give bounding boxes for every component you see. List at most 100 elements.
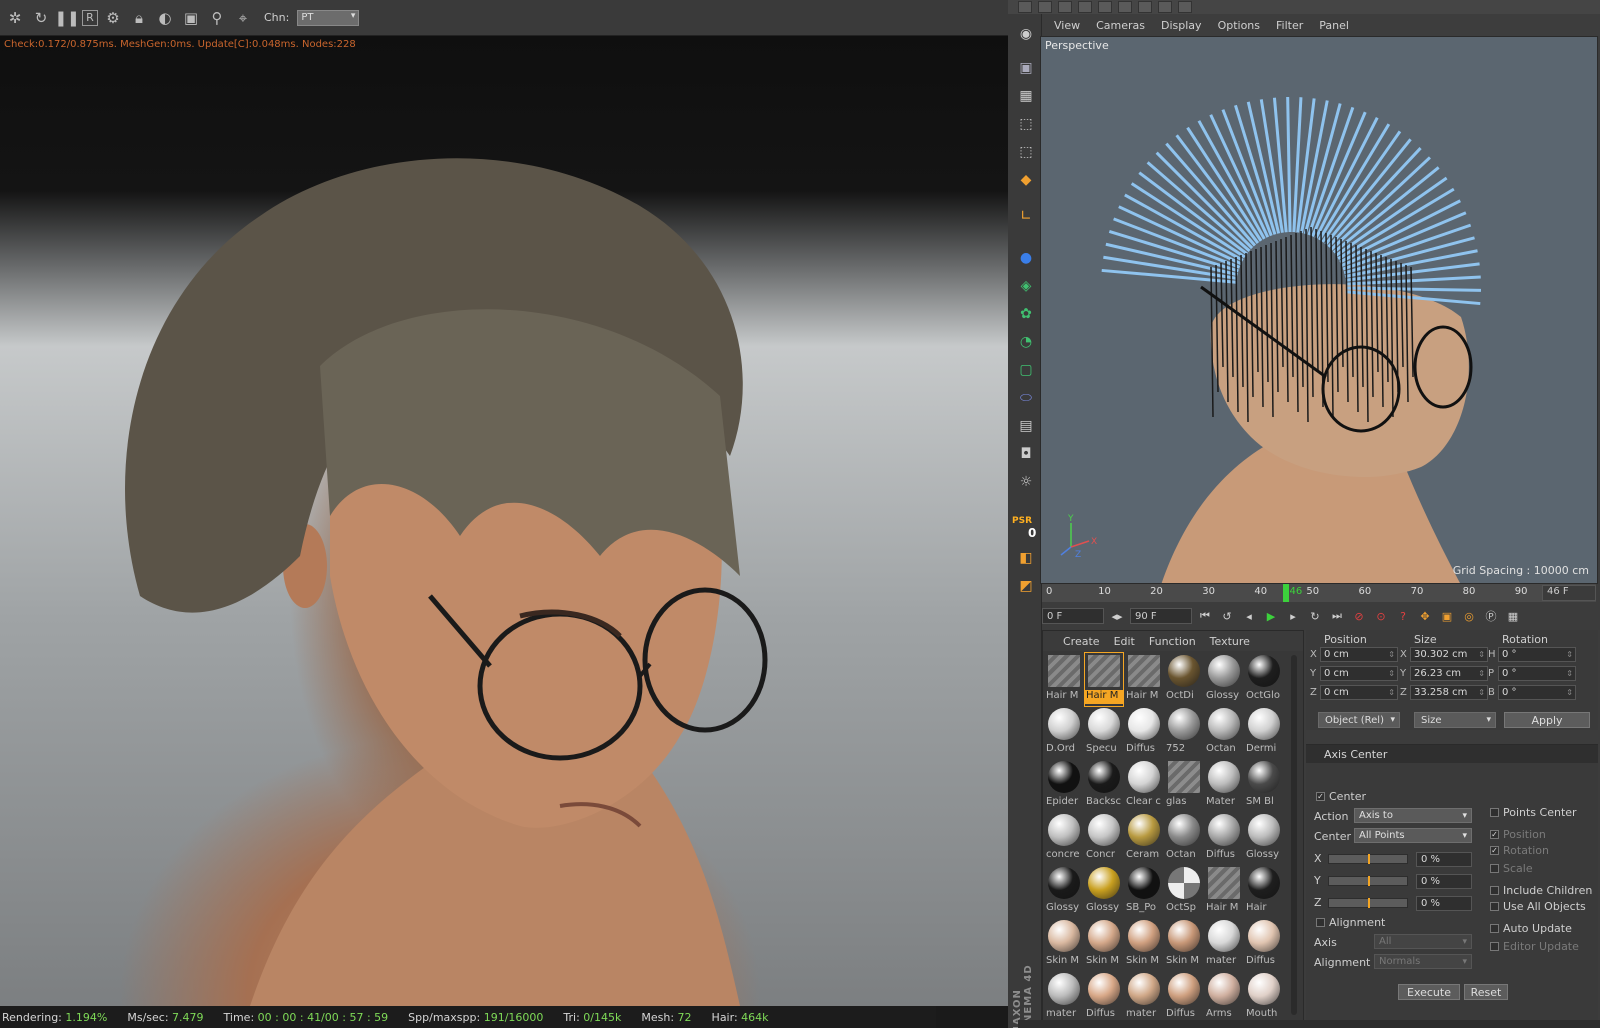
capsule-icon[interactable]: ⬭ xyxy=(1014,386,1038,410)
material-swatch[interactable]: Clear c xyxy=(1125,759,1163,812)
size-field[interactable]: 26.23 cm xyxy=(1410,665,1488,681)
camera-icon[interactable]: ◘ xyxy=(1014,442,1038,466)
edge-mode-icon[interactable]: ⬚ xyxy=(1014,140,1038,164)
center-checkbox[interactable]: ✓ Center xyxy=(1316,790,1366,803)
go-to-start-icon[interactable]: ⏮ xyxy=(1196,607,1214,625)
material-swatch[interactable]: concre xyxy=(1045,812,1083,865)
material-swatch[interactable]: Dermi xyxy=(1245,706,1283,759)
point-mode-icon[interactable]: ⬚ xyxy=(1014,112,1038,136)
workplane-icon[interactable]: ◩ xyxy=(1014,574,1038,598)
render-canvas[interactable] xyxy=(0,36,1008,1006)
record-keys-icon[interactable]: ⊘ xyxy=(1350,607,1368,625)
previous-key-icon[interactable]: ↺ xyxy=(1218,607,1236,625)
checkbox-icon[interactable]: ✓ xyxy=(1490,846,1499,855)
material-swatch[interactable]: Specu xyxy=(1085,706,1123,759)
timeline-ruler[interactable]: 46 46 F 0 10 20 30 40 50 60 70 80 90 xyxy=(1042,584,1596,602)
material-swatch[interactable]: mater xyxy=(1045,971,1083,1024)
material-swatch[interactable]: Hair M xyxy=(1125,653,1163,706)
perspective-viewport[interactable]: Y X Z Perspective Grid Spacing : 10000 c… xyxy=(1040,36,1598,584)
checkbox-icon[interactable]: ✓ xyxy=(1316,792,1325,801)
octane-logo-icon[interactable]: ◉ xyxy=(1014,22,1038,46)
record-scale-icon[interactable]: ▣ xyxy=(1438,607,1456,625)
alignment-dropdown[interactable]: Normals xyxy=(1374,954,1472,969)
slider-knob[interactable] xyxy=(1368,876,1370,886)
menu-options[interactable]: Options xyxy=(1218,19,1260,32)
execute-button[interactable]: Execute xyxy=(1398,984,1460,1000)
light-bulb-icon[interactable]: ☼ xyxy=(1014,470,1038,494)
axis-percent-field[interactable]: 0 % xyxy=(1416,874,1472,889)
material-swatch[interactable]: mater xyxy=(1205,918,1243,971)
material-scrollbar[interactable] xyxy=(1291,655,1297,1015)
menu-view[interactable]: View xyxy=(1054,19,1080,32)
alignment-checkbox[interactable]: Alignment xyxy=(1316,916,1385,929)
spline-icon[interactable]: ◔ xyxy=(1014,330,1038,354)
checkbox-icon[interactable] xyxy=(1490,942,1499,951)
mat-menu-edit[interactable]: Edit xyxy=(1114,635,1135,648)
next-frame-icon[interactable]: ▸ xyxy=(1284,607,1302,625)
material-swatch[interactable]: SB_Po xyxy=(1125,865,1163,918)
material-swatch[interactable]: Octan xyxy=(1205,706,1243,759)
material-swatch[interactable]: Skin M xyxy=(1125,918,1163,971)
viewport-camera-label[interactable]: Perspective xyxy=(1045,39,1109,52)
material-swatch[interactable]: Hair M xyxy=(1205,865,1243,918)
option-checkbox[interactable]: Points Center xyxy=(1490,806,1577,819)
next-key-icon[interactable]: ↻ xyxy=(1306,607,1324,625)
go-to-end-icon[interactable]: ⏭ xyxy=(1328,607,1346,625)
option-checkbox[interactable]: Scale xyxy=(1490,862,1533,875)
material-swatch[interactable]: Glossy xyxy=(1205,653,1243,706)
record-rotation-icon[interactable]: ◎ xyxy=(1460,607,1478,625)
position-field[interactable]: 0 cm xyxy=(1320,665,1398,681)
region-icon[interactable]: ▣ xyxy=(180,7,202,29)
checkbox-icon[interactable] xyxy=(1490,886,1499,895)
toolbar-y-axis-icon[interactable] xyxy=(1118,1,1132,13)
position-field[interactable]: 0 cm xyxy=(1320,646,1398,662)
size-mode-dropdown[interactable]: Size xyxy=(1414,712,1496,728)
mat-menu-function[interactable]: Function xyxy=(1149,635,1196,648)
mat-menu-create[interactable]: Create xyxy=(1063,635,1100,648)
range-end-field[interactable]: 90 F xyxy=(1130,608,1192,624)
option-checkbox[interactable]: Use All Objects xyxy=(1490,900,1586,913)
material-swatch[interactable]: Hair xyxy=(1245,865,1283,918)
r-icon[interactable]: R xyxy=(82,9,98,26)
material-swatch[interactable]: Glossy xyxy=(1045,865,1083,918)
material-swatch[interactable]: Glossy xyxy=(1085,865,1123,918)
material-swatch[interactable]: Mater xyxy=(1205,759,1243,812)
size-field[interactable]: 33.258 cm xyxy=(1410,684,1488,700)
gear-icon[interactable]: ⚙ xyxy=(102,7,124,29)
material-swatch[interactable]: Epider xyxy=(1045,759,1083,812)
menu-filter[interactable]: Filter xyxy=(1276,19,1303,32)
range-start-field[interactable]: 0 F xyxy=(1042,608,1104,624)
material-swatch[interactable]: D.Ord xyxy=(1045,706,1083,759)
center-dropdown[interactable]: All Points xyxy=(1354,828,1472,843)
material-swatch[interactable]: Diffus xyxy=(1085,971,1123,1024)
material-swatch[interactable]: Skin M xyxy=(1085,918,1123,971)
material-swatch[interactable]: Diffus xyxy=(1205,812,1243,865)
record-position-icon[interactable]: ✥ xyxy=(1416,607,1434,625)
material-swatch[interactable]: OctGlo xyxy=(1245,653,1283,706)
polygon-mode-icon[interactable]: ◆ xyxy=(1014,168,1038,192)
material-swatch[interactable]: Mouth xyxy=(1245,971,1283,1024)
checkbox-icon[interactable] xyxy=(1490,902,1499,911)
sphere-icon[interactable]: ◐ xyxy=(154,7,176,29)
focus-picker-icon[interactable]: ⚲ xyxy=(206,7,228,29)
material-swatch[interactable]: Skin M xyxy=(1045,918,1083,971)
keyframe-selection-icon[interactable]: ? xyxy=(1394,607,1412,625)
option-checkbox[interactable]: ✓ Position xyxy=(1490,828,1546,841)
rotation-field[interactable]: 0 ° xyxy=(1498,665,1576,681)
pin-icon[interactable]: ⌖ xyxy=(232,7,254,29)
material-swatch[interactable]: Concr xyxy=(1085,812,1123,865)
material-swatch[interactable]: Glossy xyxy=(1245,812,1283,865)
position-field[interactable]: 0 cm xyxy=(1320,684,1398,700)
checkbox-icon[interactable] xyxy=(1490,924,1499,933)
option-checkbox[interactable]: Auto Update xyxy=(1490,922,1572,935)
play-icon[interactable]: ▶ xyxy=(1262,607,1280,625)
pause-icon[interactable]: ❚❚ xyxy=(54,7,79,29)
checkbox-icon[interactable] xyxy=(1490,808,1499,817)
menu-display[interactable]: Display xyxy=(1161,19,1202,32)
axis-dropdown[interactable]: All xyxy=(1374,934,1472,949)
channel-select[interactable]: PT xyxy=(297,9,360,26)
axis-percent-slider[interactable] xyxy=(1328,898,1408,908)
axis-percent-slider[interactable] xyxy=(1328,876,1408,886)
texture-mode-icon[interactable]: ▦ xyxy=(1014,84,1038,108)
settings-gear-icon[interactable]: ✲ xyxy=(4,7,26,29)
